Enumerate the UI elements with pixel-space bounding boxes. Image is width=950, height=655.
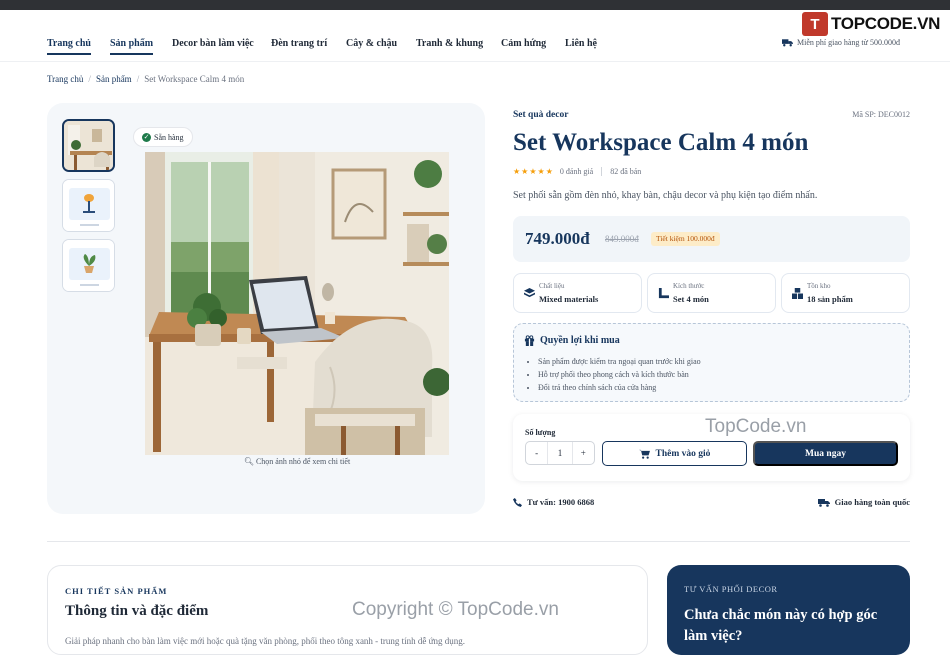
product-description: Set phối sẵn gồm đèn nhỏ, khay bàn, chậu… bbox=[513, 190, 818, 201]
stock-badge: ✓ Sẵn hàng bbox=[133, 127, 193, 147]
advice-heading: Chưa chắc món này có hợp góc làm việc? bbox=[684, 607, 878, 644]
gallery-hint: 🔍︎ Chọn ảnh nhỏ để xem chi tiết bbox=[47, 457, 547, 466]
benefits-title: Quyền lợi khi mua bbox=[540, 335, 620, 346]
boxes-icon bbox=[792, 288, 803, 299]
hotline[interactable]: Tư vấn: 1900 6868 bbox=[513, 497, 594, 507]
advice-eyebrow: TƯ VẤN PHỐI DECOR bbox=[684, 584, 778, 594]
product-category[interactable]: Set quà decor bbox=[513, 110, 568, 120]
stat-size: Kích thước Set 4 món bbox=[647, 273, 776, 313]
benefit-item: Sản phẩm được kiểm tra ngoại quan trước … bbox=[538, 355, 701, 368]
benefit-item: Hỗ trợ phối theo phong cách và kích thướ… bbox=[538, 368, 701, 381]
thumbnail-1[interactable] bbox=[62, 119, 115, 172]
thumbnail-2[interactable] bbox=[62, 179, 115, 232]
stat-stock: Tồn kho 18 sản phẩm bbox=[781, 273, 910, 313]
zoom-icon: 🔍︎ bbox=[243, 457, 254, 466]
nav-item-home[interactable]: Trang chủ bbox=[47, 38, 91, 55]
benefit-item: Đổi trả theo chính sách của cửa hàng bbox=[538, 381, 701, 394]
truck-icon bbox=[817, 498, 830, 507]
ruler-icon bbox=[658, 288, 669, 299]
main-nav: Trang chủ Sản phẩm Decor bàn làm việc Đè… bbox=[0, 26, 950, 62]
truck-icon bbox=[782, 39, 793, 47]
decor-advice-card: TƯ VẤN PHỐI DECOR Chưa chắc món này có h… bbox=[667, 565, 910, 655]
phone-icon bbox=[513, 497, 522, 507]
gift-icon bbox=[524, 335, 535, 346]
benefits-box: Quyền lợi khi mua Sản phẩm được kiểm tra… bbox=[513, 323, 910, 402]
stat-material: Chất liệu Mixed materials bbox=[513, 273, 642, 313]
nav-item-lamps[interactable]: Đèn trang trí bbox=[271, 38, 327, 49]
delivery-text: Giao hàng toàn quốc bbox=[834, 497, 910, 507]
product-gallery: ✓ Sẵn hàng 🔍︎ Chọn ảnh nhỏ để xem chi ti… bbox=[47, 103, 485, 514]
detail-heading: Thông tin và đặc điểm bbox=[65, 603, 209, 619]
saving-badge: Tiết kiệm 100.000đ bbox=[651, 232, 720, 246]
thumbnail-3[interactable] bbox=[62, 239, 115, 292]
breadcrumb-current: Set Workspace Calm 4 món bbox=[144, 74, 245, 84]
decrease-button[interactable]: - bbox=[526, 448, 547, 458]
breadcrumb-products[interactable]: Sản phẩm bbox=[96, 74, 132, 84]
product-title: Set Workspace Calm 4 món bbox=[513, 129, 809, 156]
sold-count: 82 đã bán bbox=[610, 167, 642, 176]
nav-item-frames[interactable]: Tranh & khung bbox=[416, 38, 483, 49]
nav-item-contact[interactable]: Liên hệ bbox=[565, 38, 597, 49]
add-to-cart-label: Thêm vào giỏ bbox=[655, 448, 711, 459]
quantity-input[interactable]: 1 bbox=[547, 442, 573, 464]
add-to-cart-button[interactable]: Thêm vào giỏ bbox=[602, 441, 747, 466]
watermark-top: TopCode.vn bbox=[705, 416, 807, 437]
stat-material-value: Mixed materials bbox=[539, 294, 599, 304]
check-icon: ✓ bbox=[142, 132, 151, 142]
benefits-list: Sản phẩm được kiểm tra ngoại quan trước … bbox=[538, 355, 701, 394]
stat-stock-key: Tồn kho bbox=[807, 282, 831, 290]
shipping-note-text: Miễn phí giao hàng từ 500.000đ bbox=[797, 38, 900, 47]
old-price: 849.000đ bbox=[605, 234, 639, 244]
increase-button[interactable]: + bbox=[573, 448, 594, 458]
nav-item-desk-decor[interactable]: Decor bàn làm việc bbox=[172, 38, 254, 49]
buy-now-button[interactable]: Mua ngay bbox=[753, 441, 898, 466]
benefits-heading: Quyền lợi khi mua bbox=[524, 335, 620, 346]
stock-badge-label: Sẵn hàng bbox=[154, 132, 184, 142]
watermark-bottom: Copyright © TopCode.vn bbox=[352, 599, 559, 620]
section-divider bbox=[47, 541, 910, 542]
detail-text: Giải pháp nhanh cho bàn làm việc mới hoặ… bbox=[65, 636, 466, 646]
breadcrumb: Trang chủ / Sản phẩm / Set Workspace Calm 4 … bbox=[47, 74, 245, 84]
main-product-image[interactable] bbox=[145, 152, 449, 455]
current-price: 749.000đ bbox=[525, 229, 590, 248]
stat-size-key: Kích thước bbox=[673, 282, 705, 290]
quantity-label: Số lượng bbox=[525, 428, 556, 437]
delivery-info: Giao hàng toàn quốc bbox=[817, 497, 910, 507]
review-count[interactable]: 0 đánh giá bbox=[560, 167, 593, 176]
cart-icon bbox=[638, 449, 650, 459]
stat-size-value: Set 4 món bbox=[673, 294, 709, 304]
stat-stock-value: 18 sản phẩm bbox=[807, 294, 853, 304]
star-rating-icon: ★★★★★ bbox=[513, 167, 554, 176]
product-sku: Mã SP: DEC0012 bbox=[852, 110, 910, 119]
nav-item-plants[interactable]: Cây & chậu bbox=[346, 38, 397, 49]
detail-eyebrow: CHI TIẾT SẢN PHẨM bbox=[65, 586, 168, 596]
quantity-stepper: - 1 + bbox=[525, 441, 595, 465]
nav-item-inspiration[interactable]: Cảm hứng bbox=[501, 38, 546, 49]
shipping-note: Miễn phí giao hàng từ 500.000đ bbox=[782, 38, 900, 47]
gallery-hint-text: Chọn ảnh nhỏ để xem chi tiết bbox=[255, 457, 351, 466]
nav-item-products[interactable]: Sản phẩm bbox=[110, 38, 154, 55]
hotline-text: Tư vấn: 1900 6868 bbox=[527, 497, 595, 507]
layers-icon bbox=[524, 288, 535, 298]
stat-material-key: Chất liệu bbox=[539, 282, 565, 290]
breadcrumb-home[interactable]: Trang chủ bbox=[47, 74, 83, 84]
browser-top-strip bbox=[0, 0, 950, 10]
price-box: 749.000đ 849.000đ Tiết kiệm 100.000đ bbox=[513, 216, 910, 262]
product-rating: ★★★★★ 0 đánh giá 82 đã bán bbox=[513, 167, 641, 176]
